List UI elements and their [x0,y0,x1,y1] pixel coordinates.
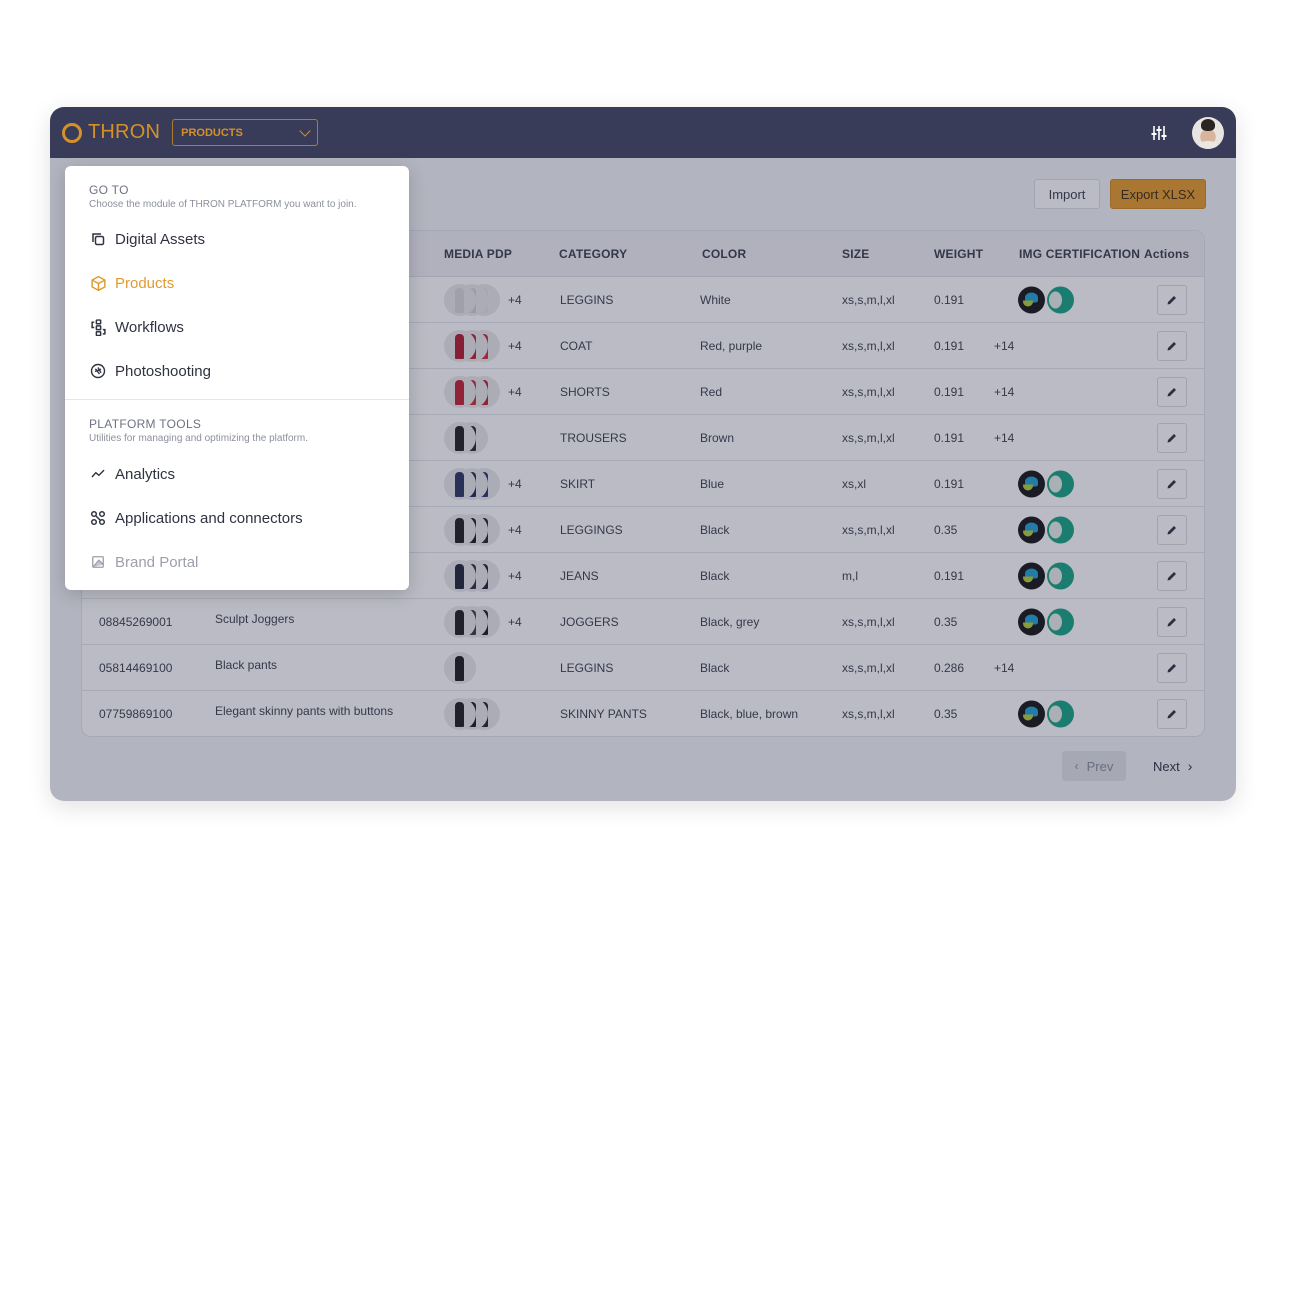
menu-item-products[interactable]: Products [89,274,174,292]
digital-assets-icon [89,230,107,248]
aperture-icon [89,362,107,380]
menu-item-digital-assets[interactable]: Digital Assets [89,230,205,248]
goto-title: GO TO [89,183,129,197]
menu-item-label: Workflows [115,318,184,336]
brand-portal-icon [89,553,107,571]
logo-ring-icon [62,122,82,143]
sliders-icon[interactable] [1150,124,1168,142]
menu-item-photoshooting[interactable]: Photoshooting [89,362,211,380]
module-select-value: PRODUCTS [181,126,243,139]
menu-item-label: Products [115,274,175,292]
menu-item-label: Photoshooting [115,362,211,380]
module-switcher-menu: GO TO Choose the module of THRON PLATFOR… [65,166,409,590]
menu-item-label: Digital Assets [115,230,206,248]
tools-subtitle: Utilities for managing and optimizing th… [89,433,308,444]
menu-item-label: Applications and connectors [115,509,303,527]
cube-icon [89,274,107,292]
menu-item-brand-portal: Brand Portal [89,553,198,571]
user-avatar[interactable] [1192,116,1224,149]
top-bar-right [1150,116,1224,149]
goto-subtitle: Choose the module of THRON PLATFORM you … [89,199,357,210]
top-bar: THRON PRODUCTS [50,107,1236,158]
chevron-down-icon [299,124,311,137]
menu-item-applications-connectors[interactable]: Applications and connectors [89,509,303,527]
logo-text: THRON [88,121,161,143]
menu-divider [65,399,409,400]
module-select[interactable]: PRODUCTS [172,119,319,146]
menu-item-label: Brand Portal [115,553,199,571]
menu-item-analytics[interactable]: Analytics [89,465,175,483]
menu-item-label: Analytics [115,465,176,483]
tools-title: PLATFORM TOOLS [89,417,202,431]
menu-item-workflows[interactable]: Workflows [89,318,184,336]
analytics-icon [89,465,107,483]
thron-logo[interactable]: THRON [62,121,160,144]
connectors-icon [89,509,107,527]
workflow-icon [89,318,107,336]
